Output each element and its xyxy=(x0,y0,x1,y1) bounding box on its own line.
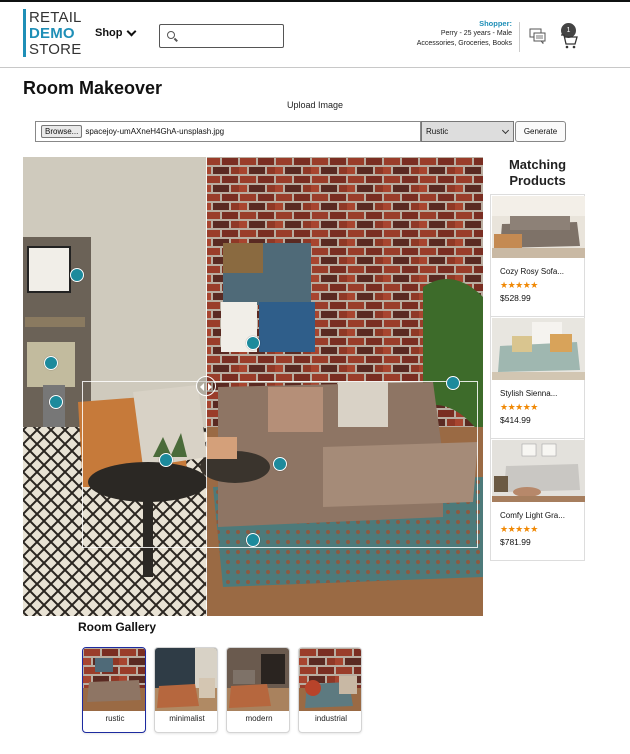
room-gallery-title: Room Gallery xyxy=(78,620,157,634)
shop-label: Shop xyxy=(95,27,123,39)
shopper-info[interactable]: Shopper: Perry - 25 years - Male Accesso… xyxy=(417,19,512,49)
page-title: Room Makeover xyxy=(23,78,163,98)
gallery-item-minimalist[interactable]: minimalist xyxy=(154,647,218,733)
file-input[interactable]: Browse... spacejoy-umAXneH4GhA-unsplash.… xyxy=(35,121,421,142)
upload-label: Upload Image xyxy=(286,100,344,110)
shopper-interests: Accessories, Groceries, Books xyxy=(416,40,512,47)
logo-line-3: STORE xyxy=(29,41,82,58)
product-name: Stylish Sienna... xyxy=(500,389,558,398)
chevron-down-icon xyxy=(126,26,136,36)
product-hotspot[interactable] xyxy=(44,356,58,370)
product-hotspot[interactable] xyxy=(70,268,84,282)
search-input[interactable] xyxy=(159,24,284,48)
gallery-thumbnail xyxy=(83,648,145,711)
chevron-down-icon xyxy=(501,126,510,135)
product-card[interactable]: Cozy Rosy Sofa... ★★★★★ $528.99 xyxy=(491,195,585,317)
gallery-label: industrial xyxy=(314,714,347,723)
product-hotspot[interactable] xyxy=(49,395,63,409)
product-hotspot[interactable] xyxy=(246,533,260,547)
product-price: $528.99 xyxy=(500,293,531,303)
search-icon xyxy=(167,31,175,39)
compare-slider-handle[interactable] xyxy=(196,376,216,396)
room-image[interactable] xyxy=(23,157,483,616)
logo-line-2: DEMO xyxy=(29,25,75,42)
product-hotspot[interactable] xyxy=(246,336,260,350)
shopper-title: Shopper: xyxy=(479,19,512,28)
cart-icon[interactable] xyxy=(560,32,578,50)
logo-line-1: RETAIL xyxy=(29,9,82,26)
browse-button[interactable]: Browse... xyxy=(41,125,83,138)
gallery-label: minimalist xyxy=(169,714,205,723)
star-rating: ★★★★★ xyxy=(500,524,538,534)
product-price: $781.99 xyxy=(500,537,531,547)
chat-icon[interactable] xyxy=(529,28,547,44)
header-divider xyxy=(519,22,520,52)
style-select[interactable]: Rustic xyxy=(421,121,514,142)
product-card[interactable]: Comfy Light Gra... ★★★★★ $781.99 xyxy=(491,439,585,561)
header: RETAIL DEMO STORE Shop Shopper: Perry - … xyxy=(0,2,630,68)
product-name: Comfy Light Gra... xyxy=(500,511,565,520)
gallery-thumbnail xyxy=(299,648,361,711)
style-select-value: Rustic xyxy=(426,127,449,136)
room-gallery: rustic minimalist modern industrial xyxy=(82,647,362,733)
product-thumbnail xyxy=(492,318,585,380)
gallery-label: modern xyxy=(245,714,273,723)
generate-button[interactable]: Generate xyxy=(515,121,566,142)
file-name: spacejoy-umAXneH4GhA-unsplash.jpg xyxy=(85,127,225,136)
logo-bar xyxy=(23,9,26,57)
gallery-item-modern[interactable]: modern xyxy=(226,647,290,733)
star-rating: ★★★★★ xyxy=(500,402,538,412)
product-card[interactable]: Stylish Sienna... ★★★★★ $414.99 xyxy=(491,317,585,439)
logo[interactable]: RETAIL DEMO STORE xyxy=(23,9,83,59)
product-thumbnail xyxy=(492,196,585,258)
gallery-label: rustic xyxy=(105,714,125,723)
product-hotspot[interactable] xyxy=(446,376,460,390)
product-hotspot[interactable] xyxy=(273,457,287,471)
gallery-thumbnail xyxy=(155,648,217,711)
matching-products-list: Cozy Rosy Sofa... ★★★★★ $528.99 Stylish … xyxy=(490,194,585,561)
product-thumbnail xyxy=(492,440,585,502)
product-price: $414.99 xyxy=(500,415,531,425)
shop-menu[interactable]: Shop xyxy=(95,26,136,39)
star-rating: ★★★★★ xyxy=(500,280,538,290)
matching-products-title: Matching Products xyxy=(508,157,567,188)
gallery-item-industrial[interactable]: industrial xyxy=(298,647,362,733)
gallery-item-rustic[interactable]: rustic xyxy=(82,647,146,733)
gallery-thumbnail xyxy=(227,648,289,711)
product-hotspot[interactable] xyxy=(159,453,173,467)
product-name: Cozy Rosy Sofa... xyxy=(500,267,565,276)
shopper-profile: Perry - 25 years - Male xyxy=(440,30,512,37)
